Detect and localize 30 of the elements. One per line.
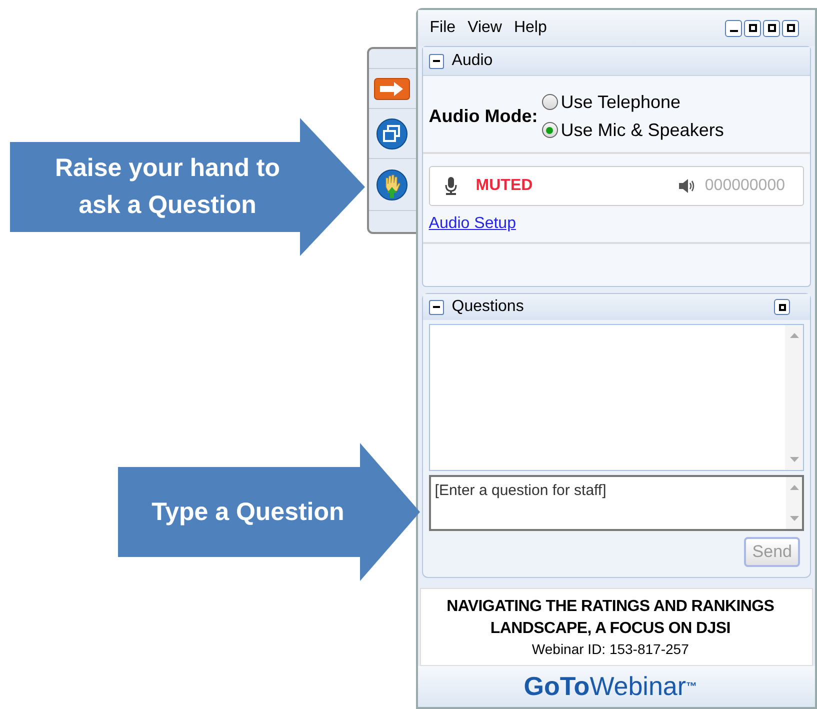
microphone-icon: [444, 177, 458, 195]
arrow-button-icon[interactable]: [374, 78, 410, 100]
radio-label[interactable]: Use Mic & Speakers: [560, 116, 724, 144]
audio-setup-link[interactable]: Audio Setup: [428, 215, 516, 232]
radio-button[interactable]: [542, 122, 558, 138]
collapse-icon[interactable]: [428, 300, 444, 314]
minimize-icon[interactable]: [725, 20, 742, 36]
radio-label[interactable]: Use Telephone: [560, 88, 681, 116]
menu-item[interactable]: View: [468, 16, 502, 40]
audio-mode-label: Audio Mode:: [428, 104, 538, 128]
speaker-icon: [678, 179, 695, 193]
section-title: Audio: [452, 51, 493, 71]
raise-hand-icon[interactable]: [376, 168, 408, 200]
collapse-icon[interactable]: [428, 54, 444, 68]
webinar-title: NAVIGATING THE RATINGS AND RANKINGS LANDSCAPE, A FOCUS ON DJSI: [446, 597, 776, 639]
callout-text: Raise your hand to ask a Question: [54, 153, 282, 221]
menu-item[interactable]: File: [430, 16, 456, 40]
muted-status: MUTED: [476, 176, 533, 196]
speaker-code: 000000000: [704, 176, 785, 196]
close-icon[interactable]: [782, 20, 799, 36]
brand-logo: GoToWebinar$^{™}$: [524, 670, 698, 703]
maximize-icon[interactable]: [744, 20, 761, 36]
webinar-id: Webinar ID: 153-817-257: [532, 640, 689, 658]
menu-item[interactable]: Help: [514, 16, 547, 40]
popout-icon[interactable]: [774, 299, 790, 315]
windows-icon[interactable]: [376, 118, 408, 150]
section-title: Questions: [452, 297, 524, 317]
radio-button[interactable]: [542, 94, 558, 110]
restore-icon[interactable]: [763, 20, 780, 36]
callout-text: Type a Question: [150, 497, 346, 528]
